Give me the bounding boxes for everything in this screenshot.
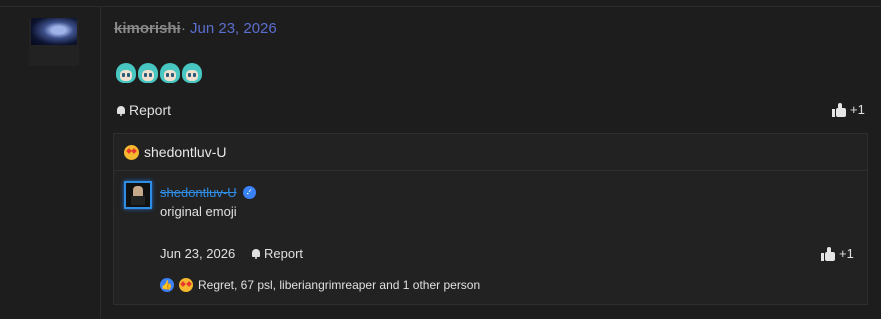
miku-emoji-icon	[115, 62, 137, 84]
avatar[interactable]	[31, 18, 77, 45]
post-author-column	[21, 7, 101, 319]
quote-author[interactable]: shedontluv-U ✓	[160, 185, 256, 200]
post-container: kimorishi · Jun 23, 2026 Report +1 shedo…	[0, 0, 881, 319]
top-divider	[0, 6, 881, 7]
like-count: +1	[850, 102, 865, 117]
quote-author-avatar[interactable]	[124, 181, 152, 209]
reactions-summary[interactable]: 👍 Regret, 67 psl, liberiangrimreaper and…	[160, 278, 480, 292]
quote-body-text: original emoji	[160, 204, 237, 219]
quote-date-link[interactable]: Jun 23, 2026	[160, 246, 235, 261]
quoted-reply-block: shedontluv-U shedontluv-U ✓ original emo…	[113, 133, 868, 305]
quote-like-count: +1	[839, 246, 854, 261]
like-reaction-icon: 👍	[160, 278, 174, 292]
quote-author-name[interactable]: shedontluv-U	[160, 185, 237, 200]
bell-icon	[116, 105, 126, 116]
thumbs-up-icon	[832, 102, 846, 117]
avatar-frame[interactable]	[29, 18, 79, 66]
post-date-link[interactable]: Jun 23, 2026	[190, 20, 277, 37]
bell-icon	[251, 248, 261, 259]
quote-report-button[interactable]: Report	[251, 246, 303, 261]
heart-eyes-reaction-icon	[179, 278, 193, 292]
report-button[interactable]: Report	[116, 102, 171, 118]
quote-like-button[interactable]: +1	[821, 246, 854, 261]
heart-eyes-emoji-icon	[124, 144, 139, 160]
miku-emoji-icon	[159, 62, 181, 84]
like-button[interactable]: +1	[832, 102, 865, 117]
column-divider	[100, 7, 101, 319]
quote-report-label: Report	[264, 246, 304, 261]
post-emoji-content	[115, 62, 203, 84]
report-label: Report	[129, 102, 172, 118]
quote-header[interactable]: shedontluv-U	[124, 144, 227, 160]
miku-emoji-icon	[181, 62, 203, 84]
reactions-text[interactable]: Regret, 67 psl, liberiangrimreaper and 1…	[198, 278, 480, 292]
miku-emoji-icon	[137, 62, 159, 84]
meta-separator: ·	[181, 20, 186, 37]
quote-divider	[114, 170, 867, 171]
quote-header-name: shedontluv-U	[144, 144, 227, 160]
post-username[interactable]: kimorishi	[114, 20, 181, 37]
verified-badge-icon: ✓	[242, 186, 256, 199]
thumbs-up-icon	[821, 246, 835, 261]
